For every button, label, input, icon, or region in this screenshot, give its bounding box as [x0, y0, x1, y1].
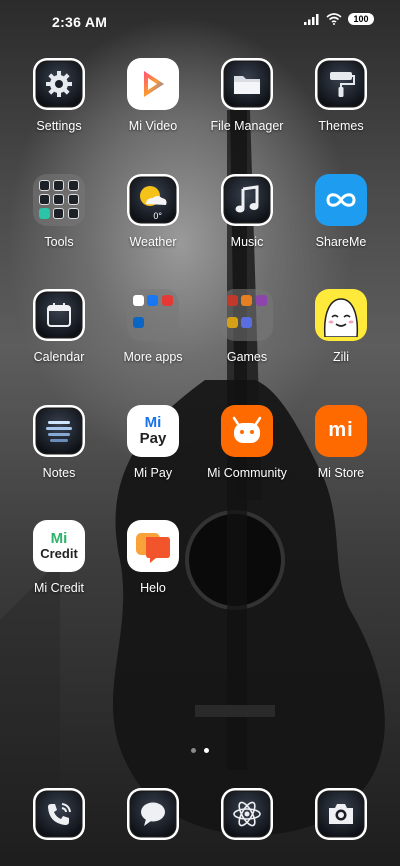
- page-dot[interactable]: [191, 748, 196, 753]
- app-label: Mi Video: [128, 119, 178, 133]
- app-zili[interactable]: Zili: [294, 289, 388, 405]
- app-label: Helo: [140, 581, 166, 595]
- play-icon: [127, 58, 179, 110]
- app-label: Mi Community: [207, 465, 287, 480]
- mi-pay-icon: Mi Pay: [127, 404, 179, 457]
- helo-icon: [127, 520, 179, 572]
- app-label: Calendar: [33, 350, 85, 364]
- app-music[interactable]: Music: [200, 173, 294, 290]
- app-label: ShareMe: [315, 234, 367, 249]
- zili-face-icon: [315, 289, 367, 341]
- calendar-icon: [33, 289, 85, 341]
- mi-pay-logo-top: Mi: [144, 413, 162, 431]
- atom-browser-icon: [221, 788, 273, 840]
- app-calendar[interactable]: Calendar: [12, 289, 106, 405]
- app-label: Themes: [318, 119, 364, 133]
- weather-icon: 0°: [127, 173, 179, 226]
- app-label: Mi Credit: [33, 581, 84, 595]
- mi-credit-logo-top: Mi: [50, 529, 68, 547]
- app-row: Notes Mi Pay Mi Pay Mi Community mi Mi S…: [12, 404, 388, 521]
- wifi-icon: [326, 13, 342, 25]
- app-label: Weather: [129, 234, 177, 249]
- app-label: File Manager: [210, 119, 284, 133]
- app-mi-pay[interactable]: Mi Pay Mi Pay: [106, 404, 200, 521]
- infinity-icon: [315, 173, 367, 226]
- app-folder-games[interactable]: Games: [200, 289, 294, 405]
- folder-more-apps-icon: [127, 289, 179, 341]
- mi-store-icon: mi: [315, 404, 367, 457]
- app-label: Tools: [44, 234, 74, 249]
- app-helo[interactable]: Helo: [106, 520, 200, 636]
- app-file-manager[interactable]: File Manager: [200, 58, 294, 174]
- app-row: Mi Credit Mi Credit Helo: [12, 520, 388, 636]
- app-label: More apps: [123, 350, 183, 364]
- mi-community-icon: [221, 404, 273, 457]
- app-label: Mi Pay: [133, 465, 173, 480]
- dock-browser[interactable]: [200, 788, 294, 840]
- status-time: 2:36 AM: [52, 14, 108, 30]
- app-mi-video[interactable]: Mi Video: [106, 58, 200, 174]
- app-folder-tools[interactable]: Tools: [12, 173, 106, 290]
- phone-icon: [33, 788, 85, 840]
- app-label: Mi Store: [317, 465, 365, 480]
- app-weather[interactable]: 0° Weather: [106, 173, 200, 290]
- status-icons: 100: [304, 13, 374, 25]
- message-icon: [127, 788, 179, 840]
- mi-store-logo: mi: [328, 419, 354, 441]
- app-label: Zili: [333, 350, 349, 364]
- signal-icon: [304, 14, 319, 25]
- app-label: Games: [226, 350, 268, 364]
- folder-games-icon: [221, 289, 273, 341]
- folder-icon: [221, 58, 273, 110]
- app-grid: Settings Mi Video File Manager Themes To…: [12, 58, 388, 636]
- empty-slot: [294, 520, 388, 636]
- paint-roller-icon: [315, 58, 367, 110]
- page-dot-active[interactable]: [204, 748, 209, 753]
- gear-icon: [33, 58, 85, 110]
- mi-credit-icon: Mi Credit: [33, 520, 85, 572]
- weather-temp: 0°: [153, 210, 162, 221]
- folder-tools-icon: [33, 173, 85, 226]
- dock: [12, 788, 388, 840]
- app-notes[interactable]: Notes: [12, 404, 106, 521]
- battery-indicator: 100: [348, 13, 374, 25]
- empty-slot: [200, 520, 294, 636]
- app-mi-community[interactable]: Mi Community: [200, 404, 294, 521]
- dock-camera[interactable]: [294, 788, 388, 840]
- app-label: Music: [230, 234, 264, 249]
- app-label: Settings: [36, 119, 82, 133]
- app-settings[interactable]: Settings: [12, 58, 106, 174]
- app-row: Settings Mi Video File Manager Themes: [12, 58, 388, 174]
- app-mi-store[interactable]: mi Mi Store: [294, 404, 388, 521]
- page-indicator: [0, 748, 400, 753]
- app-row: Calendar More apps Games Zili: [12, 289, 388, 405]
- dock-messages[interactable]: [106, 788, 200, 840]
- dock-phone[interactable]: [12, 788, 106, 840]
- app-label: Notes: [42, 465, 76, 480]
- camera-icon: [315, 788, 367, 840]
- status-bar: 2:36 AM 100: [0, 0, 400, 44]
- app-shareme[interactable]: ShareMe: [294, 173, 388, 290]
- notes-icon: [33, 404, 85, 457]
- mi-pay-logo-bottom: Pay: [139, 429, 167, 447]
- app-mi-credit[interactable]: Mi Credit Mi Credit: [12, 520, 106, 636]
- music-note-icon: [221, 173, 273, 226]
- app-row: Tools 0° Weather Music ShareMe: [12, 173, 388, 290]
- app-themes[interactable]: Themes: [294, 58, 388, 174]
- mi-credit-logo-bottom: Credit: [40, 545, 78, 561]
- app-folder-more-apps[interactable]: More apps: [106, 289, 200, 405]
